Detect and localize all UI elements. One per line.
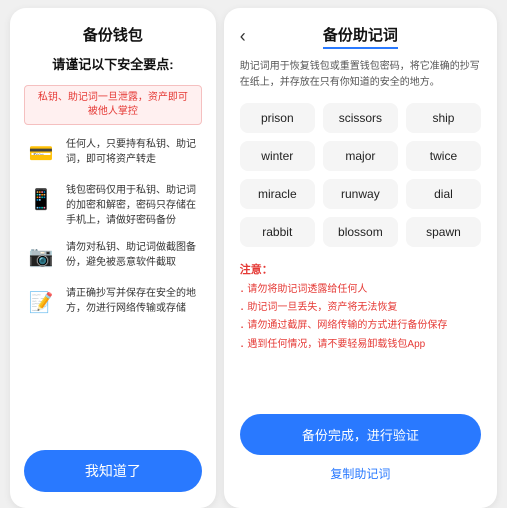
note-item-1: 请勿将助记词透露给任何人 [240,281,481,299]
back-button[interactable]: ‹ [240,26,246,47]
left-title: 备份钱包 [83,24,143,45]
right-title: 备份助记词 [323,24,398,49]
word-cell-10: rabbit [240,217,315,247]
left-confirm-button[interactable]: 我知道了 [24,450,202,492]
right-confirm-button[interactable]: 备份完成，进行验证 [240,414,481,455]
word-grid: prison scissors ship winter major twice miracl… [240,103,481,247]
left-header: 备份钱包 [24,8,202,55]
word-cell-8: runway [323,179,398,209]
security-item-4: 📝 请正确抄写并保存在安全的地方，勿进行网络传输或存储 [24,286,202,320]
security-text-1: 任何人，只要持有私钥、助记词，即可将资产转走 [66,137,202,167]
word-cell-1: prison [240,103,315,133]
word-cell-12: spawn [406,217,481,247]
security-item-1: 💳 任何人，只要持有私钥、助记词，即可将资产转走 [24,137,202,171]
right-desc: 助记词用于恢复钱包或重置钱包密码，将它准确的抄写在纸上，并存放在只有你知道的安全… [240,59,481,91]
security-text-4: 请正确抄写并保存在安全的地方，勿进行网络传输或存储 [66,286,202,316]
note-item-2: 助记词一旦丢失，资产将无法恢复 [240,299,481,317]
left-subtitle: 请谨记以下安全要点: [52,55,173,75]
wallet-icon: 💳 [24,137,58,171]
word-cell-3: ship [406,103,481,133]
word-cell-4: winter [240,141,315,171]
security-text-3: 请勿对私钥、助记词做截图备份，避免被恶意软件截取 [66,240,202,270]
right-panel: ‹ 备份助记词 助记词用于恢复钱包或重置钱包密码，将它准确的抄写在纸上，并存放在… [224,8,497,508]
bottom-area: 备份完成，进行验证 复制助记词 [240,414,481,508]
note-item-3: 请勿通过截屏、网络传输的方式进行备份保存 [240,317,481,335]
warning-badge: 私钥、助记词一旦泄露，资产即可被他人掌控 [24,85,202,125]
copy-mnemonic-button[interactable]: 复制助记词 [330,465,390,482]
security-text-2: 钱包密码仅用于私钥、助记词的加密和解密，密码只存储在手机上，请做好密码备份 [66,183,202,228]
word-cell-9: dial [406,179,481,209]
word-cell-6: twice [406,141,481,171]
left-panel: 备份钱包 请谨记以下安全要点: 私钥、助记词一旦泄露，资产即可被他人掌控 💳 任… [10,8,216,508]
notes-section: 注意： 请勿将助记词透露给任何人助记词一旦丢失，资产将无法恢复请勿通过截屏、网络… [240,261,481,354]
right-header: ‹ 备份助记词 [240,8,481,59]
phone-icon: 📱 [24,183,58,217]
word-cell-7: miracle [240,179,315,209]
word-cell-5: major [323,141,398,171]
note-item-4: 遇到任何情况，请不要轻易卸载钱包App [240,336,481,354]
camera-icon: 📷 [24,240,58,274]
note-icon: 📝 [24,286,58,320]
security-item-2: 📱 钱包密码仅用于私钥、助记词的加密和解密，密码只存储在手机上，请做好密码备份 [24,183,202,228]
word-cell-2: scissors [323,103,398,133]
security-item-3: 📷 请勿对私钥、助记词做截图备份，避免被恶意软件截取 [24,240,202,274]
word-cell-11: blossom [323,217,398,247]
notes-title: 注意： [240,261,481,277]
